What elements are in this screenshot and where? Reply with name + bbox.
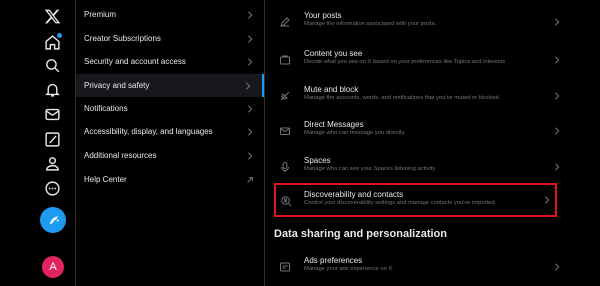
chevron-right-icon	[246, 10, 254, 19]
row-title: Your posts	[304, 11, 342, 20]
external-link-icon	[246, 176, 254, 184]
avatar-letter: A	[49, 261, 57, 273]
row-description: Decide what you see on X based on your p…	[304, 59, 505, 65]
row-description: Manage who can message you directly.	[304, 130, 406, 136]
chevron-right-icon	[246, 127, 254, 136]
row-content-you-see[interactable]: Content you see Decide what you see on X…	[274, 43, 560, 77]
menu-item-privacy-and-safety[interactable]: Privacy and safety	[76, 74, 264, 97]
x-logo-icon[interactable]	[42, 6, 62, 26]
row-title: Mute and block	[304, 85, 359, 94]
row-title: Content you see	[304, 49, 363, 58]
row-description: Manage the information associated with y…	[304, 21, 437, 27]
row-title: Direct Messages	[304, 120, 364, 129]
settings-menu: Premium Creator Subscriptions Security a…	[75, 0, 265, 286]
post-button-icon	[49, 215, 59, 224]
menu-item-label: Accessibility, display, and languages	[84, 127, 213, 136]
chevron-right-icon	[246, 104, 254, 113]
menu-item-label: Help Center	[84, 175, 127, 184]
row-description: Manage your ads experience on X.	[304, 266, 394, 272]
row-spaces[interactable]: Spaces Manage who can see your Spaces li…	[274, 150, 560, 184]
row-your-posts[interactable]: Your posts Manage the information associ…	[274, 5, 560, 39]
home-notification-dot	[57, 33, 62, 38]
menu-item-label: Privacy and safety	[84, 81, 150, 90]
envelope-icon	[279, 125, 291, 137]
search-person-icon	[280, 195, 292, 207]
avatar[interactable]: A	[42, 256, 64, 278]
row-mute-and-block[interactable]: Mute and block Manage the accounts, word…	[274, 79, 560, 113]
menu-item-label: Creator Subscriptions	[84, 34, 161, 43]
search-icon[interactable]	[42, 55, 62, 75]
chevron-right-icon	[246, 34, 254, 43]
chevron-right-icon	[553, 127, 561, 135]
menu-item-label: Additional resources	[84, 151, 157, 160]
menu-item-label: Notifications	[84, 104, 128, 113]
post-button[interactable]	[40, 207, 66, 233]
chevron-right-icon	[553, 163, 561, 171]
row-ads-preferences[interactable]: Ads preferences Manage your ads experien…	[274, 250, 560, 284]
home-icon[interactable]	[42, 32, 62, 52]
menu-item-notifications[interactable]: Notifications	[76, 97, 264, 120]
megaphone-icon	[279, 261, 291, 273]
more-icon[interactable]	[42, 178, 62, 198]
menu-item-creator-subscriptions[interactable]: Creator Subscriptions	[76, 27, 264, 50]
privacy-settings-panel: Your posts Manage the information associ…	[266, 0, 600, 286]
menu-item-label: Premium	[84, 10, 117, 19]
nav-rail: A	[0, 0, 74, 286]
chevron-right-icon	[553, 18, 561, 26]
row-title: Discoverability and contacts	[304, 190, 404, 199]
chevron-right-icon	[553, 56, 561, 64]
grok-icon[interactable]	[42, 129, 62, 149]
chevron-right-icon	[246, 57, 254, 66]
chevron-right-icon	[553, 263, 561, 271]
chevron-right-icon	[246, 151, 254, 160]
menu-item-additional-resources[interactable]: Additional resources	[76, 144, 264, 167]
row-discoverability-and-contacts[interactable]: Discoverability and contacts Control you…	[274, 183, 557, 217]
menu-item-premium[interactable]: Premium	[76, 3, 264, 26]
content-icon	[279, 54, 291, 66]
menu-item-security[interactable]: Security and account access	[76, 50, 264, 73]
pencil-icon	[279, 16, 291, 28]
chevron-right-icon	[553, 92, 561, 100]
row-description: Manage the accounts, words, and notifica…	[304, 95, 501, 101]
row-direct-messages[interactable]: Direct Messages Manage who can message y…	[274, 114, 560, 148]
profile-icon[interactable]	[42, 153, 62, 173]
menu-item-accessibility[interactable]: Accessibility, display, and languages	[76, 120, 264, 143]
row-title: Ads preferences	[304, 256, 363, 265]
microphone-icon	[279, 161, 291, 173]
menu-item-label: Security and account access	[84, 57, 186, 66]
menu-item-help-center[interactable]: Help Center	[76, 168, 264, 191]
chevron-right-icon	[244, 81, 252, 90]
row-description: Manage who can see your Spaces listening…	[304, 166, 436, 172]
notifications-icon[interactable]	[42, 79, 62, 99]
row-description: Control your discoverability settings an…	[304, 200, 497, 206]
mute-icon	[279, 90, 291, 102]
messages-icon[interactable]	[42, 104, 62, 124]
chevron-right-icon	[543, 196, 551, 204]
row-title: Spaces	[304, 156, 331, 165]
section-title: Data sharing and personalization	[274, 228, 447, 240]
